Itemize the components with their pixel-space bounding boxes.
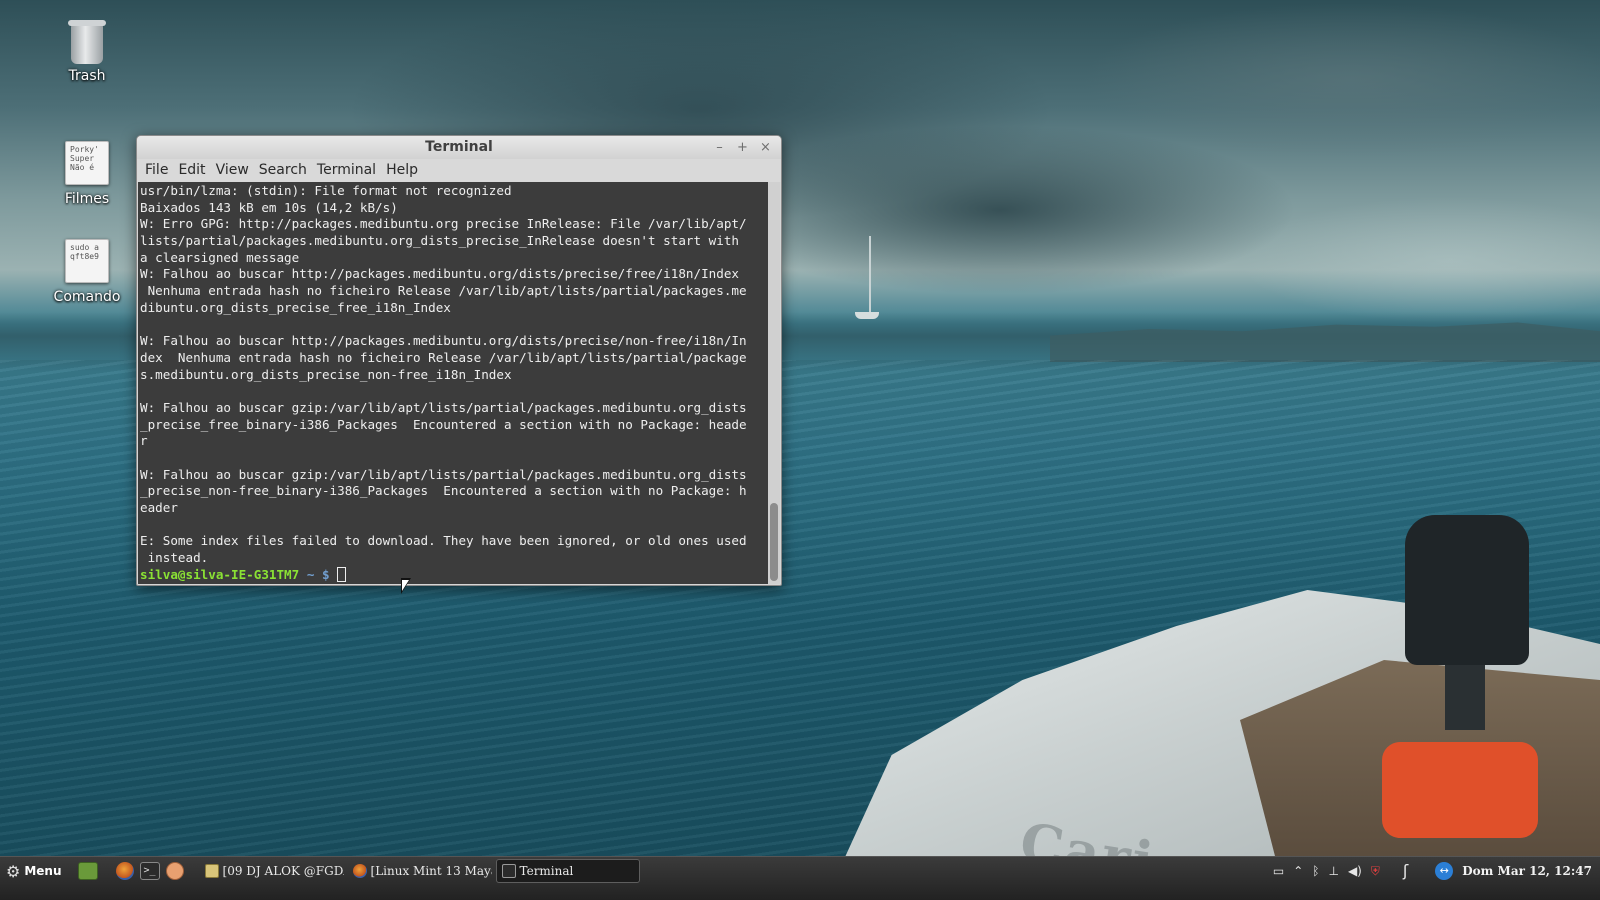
firefox-icon <box>352 864 367 878</box>
desktop-icon-label: Filmes <box>64 191 110 207</box>
task-label: [Linux Mint 13 Maya - ... <box>370 864 492 878</box>
menu-edit[interactable]: Edit <box>173 159 210 182</box>
outboard-motor <box>1405 515 1529 665</box>
window-titlebar[interactable]: Terminal – + × <box>137 136 781 159</box>
terminal-line: eader <box>140 500 178 516</box>
network-icon[interactable]: ⊥ <box>1329 857 1339 885</box>
minimize-button[interactable]: – <box>712 140 727 155</box>
terminal-line: W: Falhou ao buscar gzip:/var/lib/apt/li… <box>140 399 747 415</box>
firefox-launcher-icon[interactable] <box>115 862 134 880</box>
files-launcher-icon[interactable] <box>77 862 98 880</box>
task-label: Terminal <box>519 864 574 878</box>
start-menu-button[interactable]: ⚙ Menu <box>0 857 68 885</box>
menu-view[interactable]: View <box>211 159 254 182</box>
terminal-line: a clearsigned message <box>140 249 300 265</box>
fuel-tank <box>1382 742 1538 838</box>
system-tray: ▭ ⌃ ᛒ ⊥ ◀) ⛨ ʃ ↔ Dom Mar 12, 12:47 <box>1273 857 1592 885</box>
display-icon[interactable]: ▭ <box>1273 857 1284 885</box>
gear-icon: ⚙ <box>6 861 21 881</box>
terminal-line: Nenhuma entrada hash no ficheiro Release… <box>140 283 747 299</box>
chevron-up-icon[interactable]: ⌃ <box>1293 857 1303 885</box>
sailboat-hull <box>855 312 879 319</box>
terminal-line: _precise_non-free_binary-i386_Packages E… <box>140 483 747 499</box>
window-controls: – + × <box>712 136 773 159</box>
desktop-icon-trash[interactable]: Trash <box>37 20 137 84</box>
start-menu-label: Menu <box>24 864 62 878</box>
text-file-icon: sudo a qft8e9 <box>65 239 109 283</box>
terminal-line: r <box>140 433 148 449</box>
sailboat-mast <box>869 236 871 316</box>
clock[interactable]: Dom Mar 12, 12:47 <box>1462 864 1592 878</box>
mouse-pointer-icon <box>401 578 411 594</box>
terminal-line: dex Nenhuma entrada hash no ficheiro Rel… <box>140 349 747 365</box>
terminal-icon <box>501 864 516 878</box>
terminal-line: lists/partial/packages.medibuntu.org_dis… <box>140 233 739 249</box>
terminal-line: s.medibuntu.org_dists_precise_non-free_i… <box>140 366 512 382</box>
terminal-line: W: Falhou ao buscar http://packages.medi… <box>140 333 747 349</box>
trash-icon <box>68 20 106 64</box>
text-file-icon: Porky' Super Não é <box>65 141 109 185</box>
terminal-line: W: Falhou ao buscar http://packages.medi… <box>140 266 739 282</box>
app-launcher-icon[interactable] <box>165 862 184 880</box>
menu-terminal[interactable]: Terminal <box>312 159 381 182</box>
scrollbar-thumb[interactable] <box>770 503 778 581</box>
maximize-button[interactable]: + <box>735 140 750 155</box>
close-button[interactable]: × <box>758 140 773 155</box>
desktop-icon-label: Comando <box>53 289 121 305</box>
terminal-line: Baixados 143 kB em 10s (14,2 kB/s) <box>140 199 398 215</box>
bluetooth-icon[interactable]: ᛒ <box>1312 857 1319 885</box>
task-button-browser[interactable]: [Linux Mint 13 Maya - ... <box>348 859 492 883</box>
terminal-window[interactable]: Terminal – + × File Edit View Search Ter… <box>136 135 782 586</box>
desktop-icon-comando[interactable]: sudo a qft8e9 Comando <box>37 239 137 305</box>
menu-file[interactable]: File <box>140 159 173 182</box>
window-title: Terminal <box>425 139 493 155</box>
terminal-line: E: Some index files failed to download. … <box>140 533 747 549</box>
task-button-music[interactable]: [09 DJ ALOK @FGDAM... <box>200 859 344 883</box>
shield-icon[interactable]: ⛨ <box>1371 857 1380 885</box>
teamviewer-icon[interactable]: ↔ <box>1435 862 1454 880</box>
menu-bar: File Edit View Search Terminal Help <box>137 159 781 182</box>
taskbar: ⚙ Menu >_ [09 DJ ALOK @FGDAM... [Linux M… <box>0 856 1600 900</box>
menu-help[interactable]: Help <box>381 159 423 182</box>
task-button-terminal[interactable]: Terminal <box>495 859 640 883</box>
prompt-directory: ~ $ <box>299 566 338 582</box>
terminal-line: dibuntu.org_dists_precise_free_i18n_Inde… <box>140 299 451 315</box>
terminal-line: W: Erro GPG: http://packages.medibuntu.o… <box>140 216 747 232</box>
desktop-icon-label: Trash <box>68 68 106 84</box>
document-icon <box>204 864 219 878</box>
terminal-launcher-icon[interactable]: >_ <box>139 862 160 880</box>
terminal-output[interactable]: usr/bin/lzma: (stdin): File format not r… <box>138 182 770 584</box>
terminal-line: _precise_free_binary-i386_Packages Encou… <box>140 416 747 432</box>
terminal-scrollbar[interactable] <box>768 182 780 584</box>
taskbar-left: ⚙ Menu >_ [09 DJ ALOK @FGDAM... [Linux M… <box>0 857 640 885</box>
menu-search[interactable]: Search <box>254 159 312 182</box>
task-label: [09 DJ ALOK @FGDAM... <box>222 864 344 878</box>
volume-icon[interactable]: ◀) <box>1348 857 1362 885</box>
terminal-line: usr/bin/lzma: (stdin): File format not r… <box>140 183 512 198</box>
terminal-line: W: Falhou ao buscar gzip:/var/lib/apt/li… <box>140 466 747 482</box>
text-cursor <box>337 566 347 582</box>
terminal-prompt-line[interactable]: silva@silva-IE-G31TM7 ~ $ <box>140 566 768 584</box>
desktop-icon-filmes[interactable]: Porky' Super Não é Filmes <box>37 141 137 207</box>
prompt-user-host: silva@silva-IE-G31TM7 <box>140 566 300 582</box>
update-manager-icon[interactable]: ʃ <box>1403 857 1408 885</box>
terminal-line: instead. <box>140 550 209 566</box>
